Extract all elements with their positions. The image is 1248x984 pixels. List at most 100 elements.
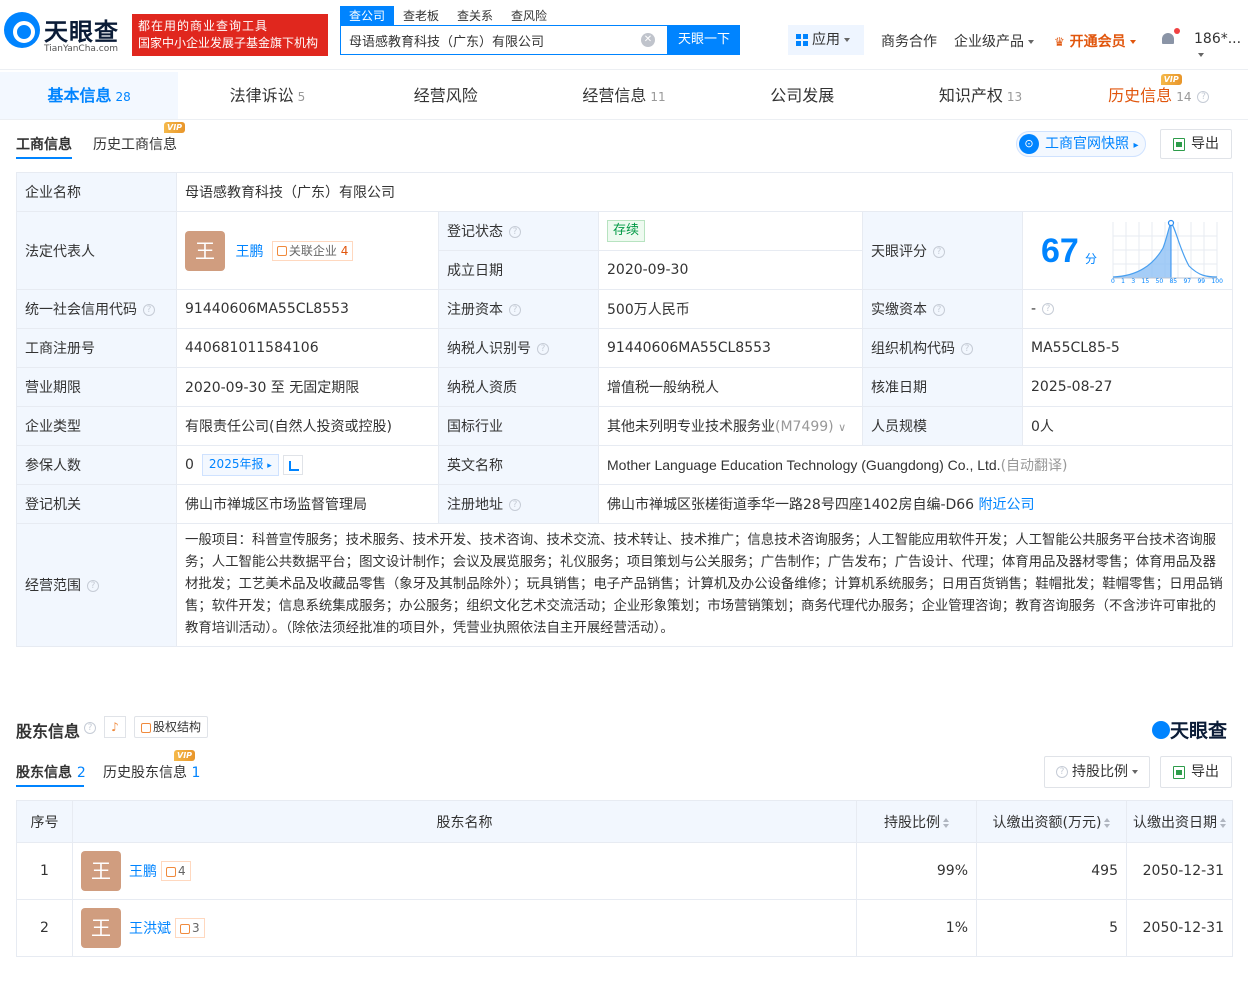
- label-text: 实缴资本: [871, 302, 927, 318]
- column-header-ratio[interactable]: 持股比例: [856, 800, 977, 843]
- logo-text: 天眼查: [44, 18, 119, 46]
- help-icon[interactable]: ?: [961, 343, 973, 355]
- tab-history-info[interactable]: VIP 历史信息 14?: [1070, 72, 1248, 119]
- annual-report-tag[interactable]: 2025年报 ▸: [201, 454, 279, 476]
- org-code-label: 组织机构代码?: [862, 328, 1023, 368]
- help-icon[interactable]: ?: [509, 304, 521, 316]
- search-box: ✕: [340, 25, 668, 55]
- tianyancha-logo[interactable]: 天眼查 TianYanCha.com: [0, 8, 130, 58]
- label-text: 登记状态: [447, 224, 503, 240]
- share-ratio: 1%: [856, 899, 977, 957]
- help-icon[interactable]: ?: [143, 304, 155, 316]
- tab-basic-info[interactable]: 基本信息 28: [0, 72, 179, 119]
- main-tabs: 基本信息 28 法律诉讼 5 经营风险 经营信息 11 公司发展 知识产权 13 VIP…: [0, 72, 1248, 120]
- app-menu-button[interactable]: 应用: [788, 25, 864, 55]
- help-icon[interactable]: ?: [1197, 90, 1210, 103]
- tab-operating-info[interactable]: 经营信息 11: [535, 72, 713, 119]
- score-value: 67: [1041, 232, 1079, 270]
- insured-count: 0: [185, 457, 194, 473]
- related-companies-tag[interactable]: 关联企业 4: [271, 240, 354, 261]
- org-code: MA55CL85-5: [1021, 328, 1234, 368]
- slogan-line-1: 都在用的商业查询工具: [138, 19, 269, 33]
- column-header-no: 序号: [16, 800, 73, 843]
- business-term: 2020-09-30 至 无固定期限: [176, 367, 439, 407]
- sort-icon: [943, 817, 949, 828]
- related-companies-tag[interactable]: 3: [175, 918, 205, 938]
- equity-structure-button[interactable]: 股权结构: [134, 716, 208, 738]
- subtab-business-info[interactable]: 工商信息: [16, 134, 72, 154]
- search-button[interactable]: 天眼一下: [668, 25, 740, 55]
- help-icon[interactable]: ?: [509, 226, 521, 238]
- help-icon[interactable]: ?: [933, 304, 945, 316]
- help-icon[interactable]: ?: [509, 499, 521, 511]
- clear-icon[interactable]: ✕: [641, 33, 655, 47]
- help-icon[interactable]: ?: [87, 580, 99, 592]
- shareholder-link[interactable]: 王洪斌: [129, 921, 171, 937]
- slogan-banner[interactable]: 都在用的商业查询工具 国家中小企业发展子基金旗下机构: [132, 14, 328, 56]
- column-header-date[interactable]: 认缴出资日期: [1126, 800, 1233, 843]
- export-button[interactable]: 导出: [1160, 129, 1232, 159]
- shareholder-link[interactable]: 王鹏: [129, 864, 157, 880]
- help-icon[interactable]: ?: [1042, 303, 1055, 315]
- export-label: 导出: [1191, 764, 1219, 780]
- structure-icon: [140, 722, 151, 733]
- crown-icon: ♛: [1054, 35, 1065, 49]
- help-icon[interactable]: ?: [933, 245, 945, 258]
- help-icon[interactable]: ?: [84, 722, 96, 734]
- address-label: 注册地址?: [438, 484, 599, 524]
- avatar: 王: [185, 230, 225, 271]
- score-cell[interactable]: 67 分 0 1 3 15 50 85 97 99 100: [1021, 211, 1234, 290]
- tab-intellectual-property[interactable]: 知识产权 13: [891, 72, 1069, 119]
- app-menu-label: 应用: [812, 32, 840, 48]
- tab-label: 历史信息: [1108, 86, 1173, 105]
- bell-icon[interactable]: ♪: [104, 716, 126, 738]
- address-cell: 佛山市禅城区张槎街道季华一路28号四座1402房自编-D66 附近公司: [597, 484, 1234, 524]
- type-label: 企业类型: [16, 406, 177, 446]
- active-tab-underline: [16, 157, 72, 159]
- search-tab-risk[interactable]: 查风险: [502, 6, 556, 25]
- nearby-companies-link[interactable]: 附近公司: [979, 497, 1035, 513]
- legal-rep-label: 法定代表人: [16, 211, 177, 290]
- help-icon[interactable]: ?: [537, 343, 549, 355]
- auto-translate-note: (自动翻译): [1000, 458, 1068, 474]
- approve-date: 2025-08-27: [1021, 367, 1234, 407]
- credit-code: 91440606MA55CL8553: [176, 289, 439, 329]
- subtab-history-shareholders[interactable]: 历史股东信息 1: [103, 762, 200, 782]
- insured-cell: 0 2025年报 ▸: [176, 445, 439, 485]
- bell-icon[interactable]: [1160, 28, 1180, 47]
- status-badge: 存续: [607, 220, 646, 242]
- nav-business-cooperation[interactable]: 商务合作: [881, 31, 937, 51]
- reg-status-cell: 存续: [598, 211, 863, 251]
- subtab-shareholders[interactable]: 股东信息 2: [16, 762, 86, 782]
- user-menu[interactable]: 186*...: [1194, 31, 1248, 63]
- company-name: 母语感教育科技（广东）有限公司: [175, 172, 1234, 212]
- tab-label: 股东信息: [16, 765, 72, 781]
- score-unit: 分: [1085, 252, 1098, 266]
- search-input[interactable]: [341, 26, 631, 54]
- ratio-filter-dropdown[interactable]: ? 持股比例: [1044, 756, 1150, 788]
- search-tab-company[interactable]: 查公司: [340, 6, 395, 25]
- tick-label: 1: [1121, 278, 1125, 285]
- taxpayer-id-label: 纳税人识别号?: [438, 328, 599, 368]
- column-header-amount[interactable]: 认缴出资额(万元): [976, 800, 1127, 843]
- open-vip-button[interactable]: ♛ 开通会员: [1054, 31, 1136, 51]
- search-tab-boss[interactable]: 查老板: [394, 6, 448, 25]
- taxpayer-qual-label: 纳税人资质: [438, 367, 599, 407]
- tab-legal[interactable]: 法律诉讼 5: [178, 72, 356, 119]
- search-tab-relation[interactable]: 查关系: [448, 6, 502, 25]
- shareholders-export-button[interactable]: 导出: [1160, 756, 1232, 788]
- legal-rep-link[interactable]: 王鹏: [235, 244, 263, 260]
- company-name-label: 企业名称: [16, 172, 177, 212]
- gov-snapshot-button[interactable]: ⊙ 工商官网快照 ▸: [1016, 131, 1146, 157]
- industry-cell[interactable]: 其他未列明专业技术服务业(M7499) ∨: [598, 406, 863, 446]
- tab-label: 公司发展: [770, 86, 835, 105]
- tab-company-development[interactable]: 公司发展: [713, 72, 891, 119]
- chevron-right-icon: ▸: [1133, 140, 1139, 151]
- logo-eye-icon: [1152, 721, 1170, 739]
- tab-operating-risk[interactable]: 经营风险: [357, 72, 535, 119]
- subtab-history-business-info[interactable]: 历史工商信息: [93, 134, 177, 154]
- reg-authority: 佛山市禅城区市场监督管理局: [176, 484, 439, 524]
- related-companies-tag[interactable]: 4: [161, 861, 191, 881]
- nav-enterprise-products[interactable]: 企业级产品: [954, 31, 1034, 51]
- chart-icon[interactable]: [282, 455, 303, 475]
